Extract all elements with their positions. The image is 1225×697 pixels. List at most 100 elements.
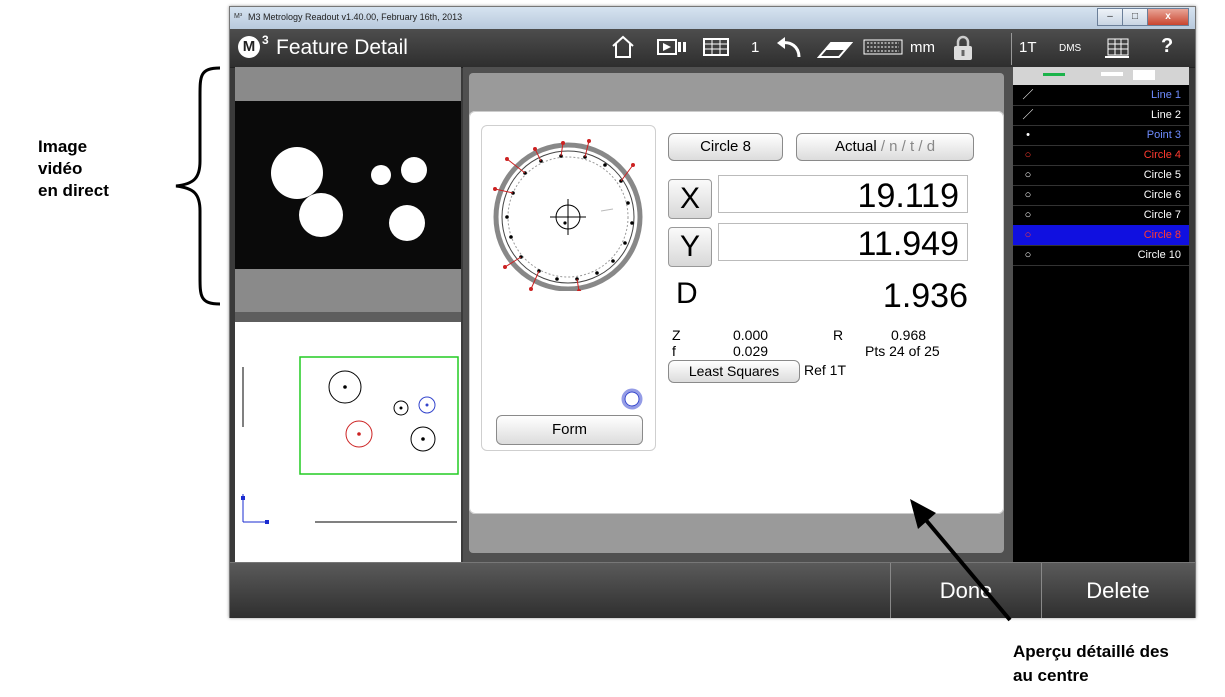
bottom-bar: Done Delete xyxy=(230,562,1195,618)
fit-method-button[interactable]: Least Squares xyxy=(668,360,800,383)
feature-list-header xyxy=(1013,67,1189,85)
mode-options-label: / n / t / d xyxy=(876,138,936,155)
actual-nominal-toggle[interactable]: Actual / n / t / d xyxy=(796,133,974,161)
form-label: f xyxy=(672,343,676,359)
feature-list-item[interactable]: ○ Circle 5 xyxy=(1013,165,1189,186)
actual-label: Actual xyxy=(834,138,877,155)
feature-list-item[interactable]: ○ Circle 7 xyxy=(1013,205,1189,226)
feature-label: Line 2 xyxy=(1151,109,1181,121)
line-icon: ／ xyxy=(1022,89,1034,101)
radius-label: R xyxy=(833,327,844,343)
angle-format-label[interactable]: DMS xyxy=(1059,43,1081,54)
keyboard-icon[interactable] xyxy=(863,39,903,55)
y-axis-button[interactable]: Y xyxy=(668,227,712,267)
x-value: 19.119 xyxy=(718,175,968,215)
curly-brace xyxy=(175,66,221,306)
part-view-drawing xyxy=(241,356,459,524)
feature-label: Circle 4 xyxy=(1143,149,1181,161)
diameter-label: D xyxy=(676,277,698,310)
feature-label: Point 3 xyxy=(1146,129,1181,141)
lock-icon[interactable] xyxy=(952,34,974,62)
table-view-icon[interactable] xyxy=(703,38,729,56)
x-axis-button[interactable]: X xyxy=(668,179,712,219)
panel-divider xyxy=(235,312,461,322)
video-blob xyxy=(371,165,391,185)
line-icon: ／ xyxy=(1022,109,1034,121)
undo-icon[interactable] xyxy=(775,35,805,61)
y-value: 11.949 xyxy=(718,223,968,263)
circle-icon: ○ xyxy=(1024,249,1032,261)
live-video-annotation: Image vidéo en direct xyxy=(38,136,148,202)
circle-indicator-icon xyxy=(621,388,643,410)
circle-icon: ○ xyxy=(1024,189,1032,201)
reference-label[interactable]: 1T xyxy=(1019,39,1037,56)
window-controls: – □ x xyxy=(1097,8,1189,26)
title-bar: M³ M3 Metrology Readout v1.40.00, Februa… xyxy=(230,7,1195,29)
point-icon: • xyxy=(1026,129,1030,141)
legend-white-block xyxy=(1133,70,1155,80)
feature-select-button[interactable]: Circle 8 xyxy=(668,133,783,161)
circle-icon: ○ xyxy=(1024,169,1032,181)
logo-superscript: 3 xyxy=(262,33,269,47)
minimize-button[interactable]: – xyxy=(1097,8,1123,26)
z-value: 0.000 xyxy=(733,327,769,343)
maximize-button[interactable]: □ xyxy=(1122,8,1148,26)
close-button[interactable]: x xyxy=(1147,8,1189,26)
view-frame xyxy=(299,356,459,475)
app-icon: M³ xyxy=(234,13,243,20)
annotation-line: au centre xyxy=(1013,666,1089,685)
feature-label: Circle 10 xyxy=(1137,249,1181,261)
radius-value: 0.968 xyxy=(891,327,927,343)
live-video[interactable] xyxy=(235,101,461,269)
feature-list-item[interactable]: ○ Circle 6 xyxy=(1013,185,1189,206)
annotation-line: en direct xyxy=(38,181,109,200)
z-label: Z xyxy=(672,327,681,343)
feature-list-item[interactable]: • Point 3 xyxy=(1013,125,1189,146)
circle-icon: ○ xyxy=(1024,229,1032,241)
toolbar: M 3 Feature Detail 1 mm 1T DMS ? xyxy=(230,29,1195,68)
feature-graphic: Form xyxy=(481,125,656,451)
reference-text: Ref 1T xyxy=(804,362,847,378)
points-count: Pts 24 of 25 xyxy=(865,343,940,359)
toolbar-divider xyxy=(1011,33,1012,65)
video-header xyxy=(235,67,461,101)
circle-icon: ○ xyxy=(1024,149,1032,161)
annotation-line: vidéo xyxy=(38,159,83,178)
feature-list-item[interactable]: ○ Circle 10 xyxy=(1013,245,1189,266)
annotation-line: Image xyxy=(38,137,88,156)
eraser-icon[interactable] xyxy=(817,39,853,61)
help-button[interactable]: ? xyxy=(1161,35,1173,58)
m3-logo: M xyxy=(238,36,260,58)
diameter-value: 1.936 xyxy=(882,277,968,315)
video-camera-icon[interactable] xyxy=(657,37,687,57)
home-icon[interactable] xyxy=(611,35,635,59)
delete-button[interactable]: Delete xyxy=(1042,563,1194,618)
page-title: Feature Detail xyxy=(276,36,408,59)
app-window: M³ M3 Metrology Readout v1.40.00, Februa… xyxy=(229,6,1196,618)
grid-icon[interactable] xyxy=(1104,37,1130,59)
video-blob xyxy=(271,147,323,199)
feature-list-item[interactable]: ○ Circle 8 xyxy=(1013,225,1189,246)
feature-label: Circle 6 xyxy=(1143,189,1181,201)
feature-label: Line 1 xyxy=(1151,89,1181,101)
annotation-line: Aperçu détaillé des xyxy=(1013,642,1169,661)
feature-list-item[interactable]: ○ Circle 4 xyxy=(1013,145,1189,166)
feature-list-item[interactable]: ／ Line 2 xyxy=(1013,105,1189,126)
video-blob xyxy=(401,157,427,183)
circle-form-plot xyxy=(493,139,643,291)
feature-list-item[interactable]: ／ Line 1 xyxy=(1013,85,1189,106)
part-view[interactable] xyxy=(235,322,461,562)
annotation-arrow xyxy=(910,499,1012,622)
detail-view-annotation: Aperçu détaillé des au centre xyxy=(1013,640,1225,688)
legend-green-bar xyxy=(1043,73,1065,76)
circle-icon: ○ xyxy=(1024,209,1032,221)
units-label[interactable]: mm xyxy=(910,39,935,56)
legend-white-bar xyxy=(1101,72,1123,76)
video-blob xyxy=(299,193,343,237)
feature-label: Circle 8 xyxy=(1143,229,1181,241)
form-value: 0.029 xyxy=(733,343,769,359)
feature-label: Circle 7 xyxy=(1143,209,1181,221)
form-button[interactable]: Form xyxy=(496,415,643,445)
window-title: M3 Metrology Readout v1.40.00, February … xyxy=(248,12,463,22)
feature-list: ／ Line 1 ／ Line 2 • Point 3 ○ Circle 4 ○ Circle 5… xyxy=(1013,67,1189,562)
